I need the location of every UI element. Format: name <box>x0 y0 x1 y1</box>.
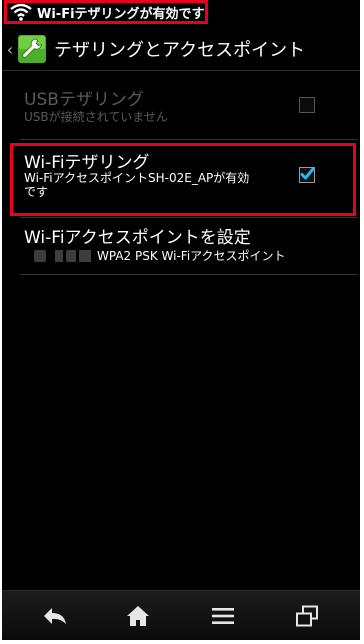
navigation-bar <box>2 590 360 640</box>
back-icon[interactable] <box>40 603 70 629</box>
chevron-left-icon[interactable]: ‹ <box>4 40 16 59</box>
masked-ssid-block <box>34 249 46 262</box>
masked-ssid-block <box>66 249 76 262</box>
action-bar[interactable]: ‹ テザリングとアクセスポイント <box>2 28 360 70</box>
wifi-tethering-icon <box>10 3 32 21</box>
wrench-icon <box>18 35 46 63</box>
configure-hotspot-summary-text: WPA2 PSK Wi-Fiアクセスポイント <box>97 249 286 263</box>
usb-tethering-summary: USBが接続されていません <box>24 110 168 124</box>
configure-hotspot-summary: WPA2 PSK Wi-Fiアクセスポイント <box>34 248 286 263</box>
status-notification: Wi-Fiテザリングが有効です <box>4 0 208 24</box>
screen: Wi-Fiテザリングが有効です ‹ テザリングとアクセスポイント USBテザリン… <box>2 0 360 640</box>
usb-tethering-checkbox[interactable] <box>299 97 315 113</box>
configure-hotspot-setting[interactable]: Wi-Fiアクセスポイントを設定 WPA2 PSK Wi-Fiアクセスポイント <box>2 218 360 274</box>
highlight-frame <box>10 143 356 216</box>
usb-tethering-setting[interactable]: USBテザリング USBが接続されていません <box>2 71 360 139</box>
status-bar: Wi-Fiテザリングが有効です <box>2 0 360 28</box>
masked-ssid-block <box>79 249 91 262</box>
usb-tethering-title: USBテザリング <box>24 90 144 110</box>
status-notification-text: Wi-Fiテザリングが有効です <box>37 6 205 22</box>
configure-hotspot-title: Wi-Fiアクセスポイントを設定 <box>24 228 251 248</box>
row-divider <box>20 274 358 275</box>
menu-icon[interactable] <box>208 603 238 629</box>
home-icon[interactable] <box>123 603 153 629</box>
recent-apps-icon[interactable] <box>292 603 322 629</box>
masked-ssid-block <box>55 249 63 262</box>
page-title: テザリングとアクセスポイント <box>54 40 306 61</box>
